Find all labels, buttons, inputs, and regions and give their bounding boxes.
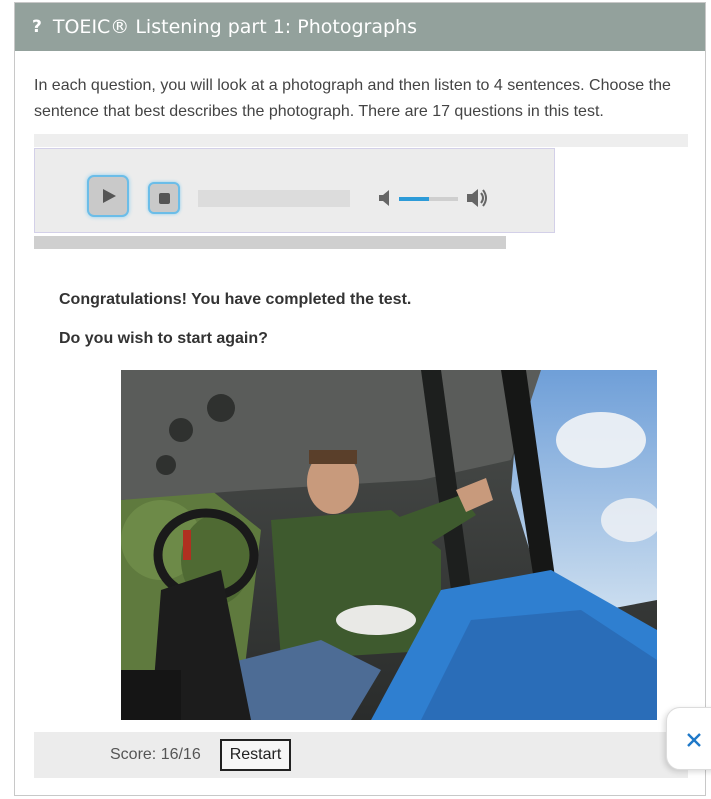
question-icon: ? bbox=[32, 17, 42, 37]
tractor-driver-photo bbox=[121, 370, 657, 720]
completion-message: Congratulations! You have completed the … bbox=[59, 291, 412, 308]
audio-player bbox=[34, 148, 555, 233]
player-bottom-bar bbox=[34, 236, 506, 249]
stop-icon bbox=[159, 193, 170, 204]
score-text: Score: 16/16 bbox=[110, 746, 201, 763]
quiz-title: TOEIC® Listening part 1: Photographs bbox=[52, 16, 417, 38]
score-footer: Score: 16/16 Restart bbox=[34, 732, 688, 778]
stop-button[interactable] bbox=[148, 182, 180, 214]
close-button[interactable] bbox=[666, 707, 711, 770]
speaker-loud-icon[interactable] bbox=[466, 187, 490, 209]
play-icon bbox=[103, 189, 116, 203]
audio-progress-bar[interactable] bbox=[198, 190, 350, 207]
instructions-text: In each question, you will look at a pho… bbox=[34, 77, 671, 120]
question-photograph bbox=[121, 370, 657, 720]
volume-slider[interactable] bbox=[399, 197, 458, 201]
player-top-bar bbox=[34, 134, 688, 147]
speaker-mute-icon[interactable] bbox=[378, 189, 394, 207]
close-icon bbox=[687, 733, 701, 747]
quiz-header: ? TOEIC® Listening part 1: Photographs bbox=[15, 3, 705, 51]
restart-button[interactable]: Restart bbox=[220, 739, 291, 771]
volume-level bbox=[399, 197, 429, 201]
restart-prompt: Do you wish to start again? bbox=[59, 330, 268, 347]
play-button[interactable] bbox=[87, 175, 129, 217]
quiz-panel: ? TOEIC® Listening part 1: Photographs I… bbox=[14, 2, 706, 796]
